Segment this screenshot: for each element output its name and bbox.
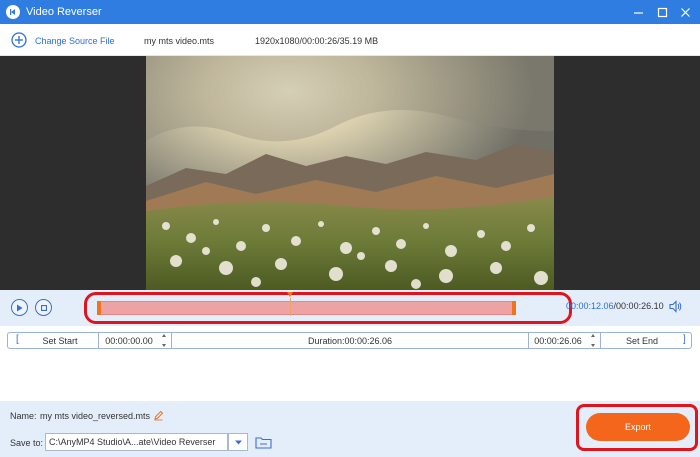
output-settings-bar: Name: my mts video_reversed.mts Save to:… — [0, 401, 700, 457]
close-icon[interactable] — [677, 4, 693, 20]
save-path-field[interactable] — [45, 433, 228, 451]
current-time: 00:00:12.06 — [566, 301, 614, 311]
window-title: Video Reverser — [26, 6, 102, 18]
time-readout: 00:00:12.06/00:00:26.10 — [566, 301, 664, 311]
play-icon[interactable] — [11, 299, 28, 316]
title-bar: Video Reverser — [0, 0, 700, 24]
video-preview-area — [0, 56, 700, 290]
set-end-button[interactable]: Set End — [601, 333, 683, 348]
source-file-meta: 1920x1080/00:00:26/35.19 MB — [255, 36, 379, 46]
timeline-end-handle[interactable] — [512, 301, 516, 315]
total-time: /00:00:26.10 — [613, 301, 664, 311]
minimize-icon[interactable] — [630, 4, 646, 20]
source-info-bar: Change Source File my mts video.mts 1920… — [0, 24, 700, 56]
duration-display: Duration:00:00:26.06 — [307, 335, 393, 346]
save-path-dropdown[interactable] — [228, 433, 248, 451]
set-start-button[interactable]: Set Start — [22, 333, 98, 348]
source-file-name: my mts video.mts — [144, 36, 215, 46]
change-source-file-button[interactable]: Change Source File — [35, 36, 115, 46]
start-bracket-icon: [ — [16, 334, 19, 345]
edit-pencil-icon[interactable] — [153, 410, 164, 421]
video-preview-frame — [146, 56, 554, 290]
timeline-start-handle[interactable] — [97, 301, 101, 315]
clip-range-row: [ Set Start 00:00:00.00 Duration:00:00:2… — [7, 332, 692, 349]
add-circle-icon[interactable] — [11, 32, 27, 48]
maximize-icon[interactable] — [654, 4, 670, 20]
stop-icon[interactable] — [35, 299, 52, 316]
end-bracket-icon: ] — [683, 334, 686, 345]
output-file-name: my mts video_reversed.mts — [40, 411, 151, 421]
volume-icon[interactable] — [669, 300, 682, 313]
timeline-track[interactable] — [98, 301, 516, 315]
reverse-play-icon — [6, 5, 20, 19]
folder-icon[interactable] — [255, 436, 272, 449]
playhead-line — [290, 298, 292, 316]
start-time-field[interactable]: 00:00:00.00 — [100, 333, 158, 348]
end-time-stepper[interactable] — [590, 334, 596, 347]
start-time-stepper[interactable] — [161, 334, 167, 347]
end-time-field[interactable]: 00:00:26.06 — [530, 333, 586, 348]
name-label: Name: — [10, 411, 37, 421]
export-button[interactable]: Export — [586, 413, 690, 441]
save-to-label: Save to: — [10, 438, 44, 448]
playhead-marker[interactable] — [287, 292, 294, 297]
